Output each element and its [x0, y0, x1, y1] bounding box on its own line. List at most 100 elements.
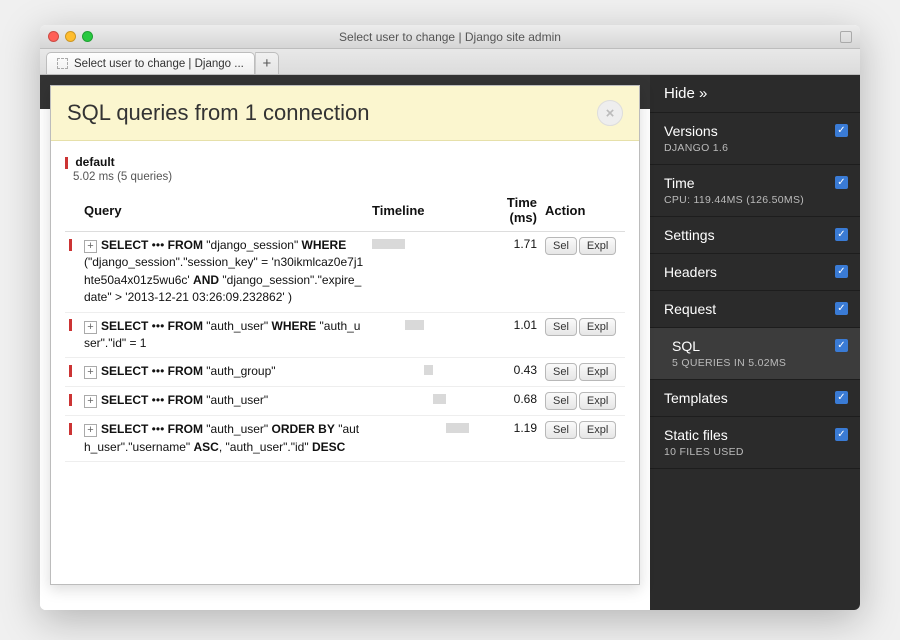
sidebar-item-title: Versions: [664, 123, 846, 139]
query-row: +SELECT ••• FROM "django_session" WHERE …: [65, 232, 625, 313]
sidebar-item-sql[interactable]: SQL 5 QUERIES IN 5.02MS: [650, 328, 860, 380]
sidebar-item-title: Time: [664, 175, 846, 191]
query-row: +SELECT ••• FROM "auth_user" WHERE "auth…: [65, 312, 625, 358]
sel-button[interactable]: Sel: [545, 237, 577, 255]
new-tab-button[interactable]: +: [255, 52, 279, 74]
checkbox-icon[interactable]: [835, 176, 848, 189]
timeline-bar: [424, 365, 433, 375]
hide-label: Hide »: [664, 85, 707, 102]
query-table: Query Timeline Time (ms) Action +SELECT …: [65, 189, 625, 462]
connection-marker-icon: [65, 157, 68, 169]
traffic-lights: [48, 31, 93, 42]
checkbox-icon[interactable]: [835, 302, 848, 315]
window-fullscreen-icon[interactable]: [840, 31, 852, 43]
query-marker-icon: [69, 365, 72, 377]
sidebar-item-sub: DJANGO 1.6: [664, 142, 846, 154]
favicon-icon: [57, 58, 68, 69]
sel-button[interactable]: Sel: [545, 363, 577, 381]
expand-icon[interactable]: +: [84, 321, 97, 334]
checkbox-icon[interactable]: [835, 339, 848, 352]
query-time: 1.01: [473, 312, 541, 358]
sidebar-item-request[interactable]: Request: [650, 291, 860, 328]
sidebar-item-title: Static files: [664, 427, 846, 443]
page-viewport: change password / Log out Hide » Version…: [40, 75, 860, 610]
browser-tab[interactable]: Select user to change | Django ...: [46, 52, 255, 74]
timeline-bar: [433, 394, 446, 404]
sel-button[interactable]: Sel: [545, 392, 577, 410]
query-sql: SELECT ••• FROM "auth_group": [101, 364, 276, 378]
col-action: Action: [541, 189, 625, 232]
sel-button[interactable]: Sel: [545, 421, 577, 439]
query-sql: SELECT ••• FROM "auth_user": [101, 393, 268, 407]
expl-button[interactable]: Expl: [579, 421, 616, 439]
close-icon[interactable]: ×: [597, 100, 623, 126]
sidebar-item-title: Request: [664, 301, 846, 317]
sidebar-item-title: Templates: [664, 390, 846, 406]
window-zoom-icon[interactable]: [82, 31, 93, 42]
col-time: Time (ms): [473, 189, 541, 232]
sidebar-item-title: SQL: [664, 338, 846, 354]
checkbox-icon[interactable]: [835, 391, 848, 404]
tab-title: Select user to change | Django ...: [74, 58, 244, 70]
window-minimize-icon[interactable]: [65, 31, 76, 42]
sidebar-item-templates[interactable]: Templates: [650, 380, 860, 417]
query-marker-icon: [69, 394, 72, 406]
query-time: 1.19: [473, 416, 541, 462]
debug-toolbar-sidebar: Hide » Versions DJANGO 1.6 Time CPU: 119.44…: [650, 75, 860, 610]
query-sql: SELECT ••• FROM "django_session" WHERE (…: [84, 238, 363, 304]
timeline-cell: [372, 392, 469, 406]
expand-icon[interactable]: +: [84, 240, 97, 253]
query-marker-icon: [69, 423, 72, 435]
sidebar-hide-button[interactable]: Hide »: [650, 75, 860, 113]
timeline-cell: [372, 318, 469, 332]
expl-button[interactable]: Expl: [579, 392, 616, 410]
expand-icon[interactable]: +: [84, 395, 97, 408]
expl-button[interactable]: Expl: [579, 363, 616, 381]
checkbox-icon[interactable]: [835, 265, 848, 278]
query-sql: SELECT ••• FROM "auth_user" WHERE "auth_…: [84, 319, 360, 350]
col-query: Query: [80, 189, 368, 232]
timeline-cell: [372, 363, 469, 377]
col-timeline: Timeline: [368, 189, 473, 232]
sidebar-item-static-files[interactable]: Static files 10 FILES USED: [650, 417, 860, 469]
query-row: + SELECT ••• FROM "auth_group" 0.43SelExpl: [65, 358, 625, 387]
expand-icon[interactable]: +: [84, 424, 97, 437]
query-time: 0.68: [473, 387, 541, 416]
connection-header: default: [65, 155, 625, 169]
query-row: + SELECT ••• FROM "auth_user" 0.68SelExpl: [65, 387, 625, 416]
timeline-bar: [405, 320, 424, 330]
window-close-icon[interactable]: [48, 31, 59, 42]
query-sql: SELECT ••• FROM "auth_user" ORDER BY "au…: [84, 422, 359, 453]
sidebar-item-sub: 5 QUERIES IN 5.02MS: [664, 357, 846, 369]
sidebar-item-headers[interactable]: Headers: [650, 254, 860, 291]
query-time: 0.43: [473, 358, 541, 387]
sidebar-item-sub: CPU: 119.44MS (126.50MS): [664, 194, 846, 206]
window-title: Select user to change | Django site admi…: [40, 30, 860, 44]
sidebar-item-time[interactable]: Time CPU: 119.44MS (126.50MS): [650, 165, 860, 217]
tab-bar: Select user to change | Django ... +: [40, 49, 860, 75]
timeline-cell: [372, 421, 469, 435]
panel-body: default 5.02 ms (5 queries) Query Timeli…: [51, 141, 639, 583]
checkbox-icon[interactable]: [835, 428, 848, 441]
window-titlebar: Select user to change | Django site admi…: [40, 25, 860, 49]
query-time: 1.71: [473, 232, 541, 313]
sel-button[interactable]: Sel: [545, 318, 577, 336]
timeline-bar: [446, 423, 469, 433]
panel-header: SQL queries from 1 connection ×: [51, 86, 639, 141]
sidebar-item-sub: 10 FILES USED: [664, 446, 846, 458]
sidebar-item-settings[interactable]: Settings: [650, 217, 860, 254]
checkbox-icon[interactable]: [835, 124, 848, 137]
expl-button[interactable]: Expl: [579, 237, 616, 255]
checkbox-icon[interactable]: [835, 228, 848, 241]
connection-meta: 5.02 ms (5 queries): [73, 171, 625, 183]
sidebar-item-title: Settings: [664, 227, 846, 243]
timeline-cell: [372, 237, 469, 251]
expl-button[interactable]: Expl: [579, 318, 616, 336]
sidebar-item-title: Headers: [664, 264, 846, 280]
sidebar-item-versions[interactable]: Versions DJANGO 1.6: [650, 113, 860, 165]
query-marker-icon: [69, 319, 72, 331]
timeline-bar: [372, 239, 405, 249]
query-row: +SELECT ••• FROM "auth_user" ORDER BY "a…: [65, 416, 625, 462]
sql-panel: SQL queries from 1 connection × default …: [50, 85, 640, 585]
expand-icon[interactable]: +: [84, 366, 97, 379]
